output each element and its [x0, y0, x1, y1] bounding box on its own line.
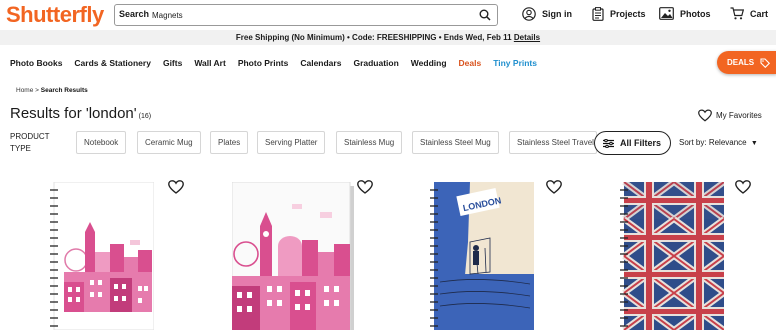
breadcrumb: Home > Search Results: [16, 87, 88, 94]
all-filters-button[interactable]: All Filters: [594, 131, 671, 155]
filter-chip-stainless-steel-mug[interactable]: Stainless Steel Mug: [412, 131, 499, 154]
promo-text: Free Shipping (No Minimum) • Code: FREES…: [235, 33, 512, 42]
search-icon[interactable]: [479, 9, 491, 21]
promo-details-link[interactable]: Details: [514, 33, 540, 42]
favorite-heart-icon[interactable]: [546, 180, 562, 194]
page-title: Results for 'london' (16): [10, 105, 151, 122]
breadcrumb-home[interactable]: Home: [16, 87, 33, 94]
product-image-london-skyline-book[interactable]: [232, 182, 354, 330]
filter-chip-ceramic-mug[interactable]: Ceramic Mug: [137, 131, 201, 154]
main-nav: Photo Books Cards & Stationery Gifts Wal…: [10, 58, 549, 68]
nav-item-cards-stationery[interactable]: Cards & Stationery: [74, 58, 151, 68]
search-input[interactable]: Magnets: [152, 11, 183, 20]
sign-in-link[interactable]: Sign in: [522, 7, 572, 21]
cart-label: Cart: [750, 8, 769, 19]
cart-link[interactable]: Cart: [730, 7, 768, 20]
my-favorites-link[interactable]: My Favorites: [698, 109, 762, 122]
results-title: Results for 'london': [10, 105, 137, 122]
photos-label: Photos: [680, 8, 711, 19]
top-header: Shutterfly Search Magnets Sign in Projec…: [0, 0, 776, 30]
filter-chip-stainless-mug[interactable]: Stainless Mug: [336, 131, 403, 154]
shutterfly-logo[interactable]: Shutterfly: [6, 2, 104, 28]
product-type-label: PRODUCT TYPE: [10, 132, 50, 153]
nav-item-wall-art[interactable]: Wall Art: [194, 58, 225, 68]
filter-sliders-icon: [603, 138, 614, 148]
filter-chip-stainless-steel-travel-mug[interactable]: Stainless Steel Travel Mug: [509, 131, 597, 154]
filter-chip-plates[interactable]: Plates: [210, 131, 249, 154]
product-image-london-skyline-notebook[interactable]: [50, 182, 154, 330]
search-label: Search: [119, 9, 150, 19]
favorite-heart-icon[interactable]: [168, 180, 184, 194]
product-image-london-poster-notebook[interactable]: LONDON: [430, 182, 534, 330]
product-image-union-jack-notebook[interactable]: [620, 182, 724, 330]
nav-item-gifts[interactable]: Gifts: [163, 58, 182, 68]
user-icon: [522, 7, 536, 21]
deals-button[interactable]: DEALS: [717, 51, 776, 74]
heart-icon: [698, 109, 712, 122]
sort-value: Relevance: [708, 138, 747, 147]
promo-banner: Free Shipping (No Minimum) • Code: FREES…: [0, 30, 776, 45]
search-bar[interactable]: Search Magnets: [114, 4, 498, 26]
nav-item-calendars[interactable]: Calendars: [300, 58, 341, 68]
breadcrumb-current: Search Results: [40, 87, 88, 94]
filter-chip-notebook[interactable]: Notebook: [76, 131, 127, 154]
filter-chip-serving-platter[interactable]: Serving Platter: [257, 131, 326, 154]
sign-in-label: Sign in: [542, 9, 572, 19]
favorite-heart-icon[interactable]: [357, 180, 373, 194]
favorite-heart-icon[interactable]: [735, 180, 751, 194]
projects-label: Projects: [610, 9, 646, 19]
nav-item-photo-books[interactable]: Photo Books: [10, 58, 62, 68]
nav-item-photo-prints[interactable]: Photo Prints: [238, 58, 289, 68]
deals-button-label: DEALS: [727, 58, 755, 67]
photos-link[interactable]: Photos: [659, 7, 711, 20]
breadcrumb-separator: >: [35, 87, 39, 94]
clipboard-icon: [592, 7, 604, 21]
projects-link[interactable]: Projects: [592, 7, 646, 21]
image-icon: [659, 7, 674, 20]
nav-item-wedding[interactable]: Wedding: [411, 58, 447, 68]
cart-icon: [730, 7, 744, 20]
nav-item-deals[interactable]: Deals: [459, 58, 482, 68]
chevron-down-icon: ▼: [750, 140, 758, 147]
my-favorites-label: My Favorites: [716, 111, 762, 120]
results-count: (16): [138, 113, 152, 120]
sort-dropdown[interactable]: Sort by: Relevance ▼: [679, 138, 758, 147]
all-filters-label: All Filters: [620, 138, 662, 148]
tag-icon: [760, 58, 770, 68]
nav-item-tiny-prints[interactable]: Tiny Prints: [493, 58, 537, 68]
nav-item-graduation[interactable]: Graduation: [353, 58, 398, 68]
sort-label: Sort by:: [679, 138, 707, 147]
